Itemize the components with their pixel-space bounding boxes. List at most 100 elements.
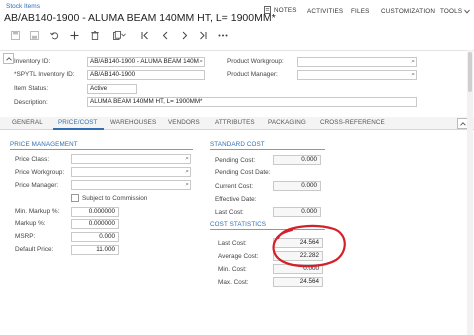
item-status-label: Item Status: bbox=[14, 85, 49, 92]
min-cost-label: Min. Cost: bbox=[218, 266, 247, 273]
more-icon bbox=[218, 34, 228, 36]
msrp-field[interactable]: 0.000 bbox=[71, 232, 119, 242]
search-icon[interactable]: ⌕ bbox=[185, 181, 189, 189]
price-workgroup-label: Price Workgroup: bbox=[15, 169, 65, 176]
product-manager-label: Product Manager: bbox=[227, 71, 278, 78]
spytl-inventory-id-field[interactable]: AB/AB140-1900 bbox=[87, 70, 205, 80]
average-cost-label: Average Cost: bbox=[218, 253, 259, 260]
spytl-inventory-id-value: AB/AB140-1900 bbox=[90, 71, 136, 78]
save-close-icon bbox=[29, 30, 39, 40]
customization-button[interactable]: CUSTOMIZATION bbox=[381, 8, 435, 15]
search-icon[interactable]: ⌕ bbox=[411, 58, 415, 66]
standard-cost-title: STANDARD COST bbox=[210, 141, 265, 148]
pending-cost-field[interactable]: 0.000 bbox=[273, 155, 321, 165]
max-cost-label: Max. Cost: bbox=[218, 279, 249, 286]
item-status-value: Active bbox=[90, 85, 108, 92]
tab-warehouses[interactable]: WAREHOUSES bbox=[110, 119, 156, 126]
previous-icon bbox=[162, 31, 168, 39]
description-label: Description: bbox=[14, 99, 48, 106]
price-management-divider bbox=[10, 149, 193, 150]
pending-cost-value: 0.000 bbox=[301, 156, 317, 163]
current-cost-field[interactable]: 0.000 bbox=[273, 181, 321, 191]
effective-date-label: Effective Date: bbox=[215, 196, 257, 203]
tab-packaging[interactable]: PACKAGING bbox=[268, 119, 306, 126]
first-icon bbox=[141, 31, 148, 39]
product-workgroup-label: Product Workgroup: bbox=[227, 58, 284, 65]
save-button[interactable] bbox=[8, 28, 22, 42]
pending-cost-date-label: Pending Cost Date: bbox=[215, 169, 271, 176]
std-last-cost-value: 0.000 bbox=[301, 208, 317, 215]
next-icon bbox=[182, 31, 188, 39]
cost-statistics-title: COST STATISTICS bbox=[210, 221, 267, 228]
markup-field[interactable]: 0.000000 bbox=[71, 219, 119, 229]
max-cost-value: 24.564 bbox=[299, 278, 319, 285]
copy-paste-button[interactable] bbox=[110, 28, 128, 42]
max-cost-field[interactable]: 24.564 bbox=[273, 277, 323, 287]
inventory-id-value: AB/AB140-1900 - ALUMA BEAM 140M bbox=[90, 58, 199, 65]
tab-vendors[interactable]: VENDORS bbox=[168, 119, 200, 126]
markup-label: Markup %: bbox=[15, 220, 46, 227]
item-status-select[interactable]: Active bbox=[87, 84, 137, 94]
tools-label: TOOLS bbox=[440, 8, 463, 15]
last-record-button[interactable] bbox=[196, 28, 210, 42]
add-button[interactable] bbox=[67, 28, 81, 42]
notes-label: NOTES bbox=[274, 6, 297, 14]
next-record-button[interactable] bbox=[178, 28, 192, 42]
tab-cross-reference[interactable]: CROSS-REFERENCE bbox=[320, 119, 385, 126]
add-icon bbox=[70, 31, 78, 39]
previous-record-button[interactable] bbox=[158, 28, 172, 42]
chevron-up-icon bbox=[5, 56, 12, 61]
inventory-id-field[interactable]: AB/AB140-1900 - ALUMA BEAM 140M ⌕ bbox=[87, 57, 205, 67]
pending-cost-label: Pending Cost: bbox=[215, 157, 256, 164]
scrollbar-thumb[interactable] bbox=[468, 52, 472, 92]
active-tab-indicator bbox=[53, 128, 104, 130]
notes-button[interactable]: NOTES bbox=[264, 6, 297, 14]
std-last-cost-field[interactable]: 0.000 bbox=[273, 207, 321, 217]
delete-icon bbox=[91, 30, 99, 40]
search-icon[interactable]: ⌕ bbox=[185, 168, 189, 176]
tab-price-cost[interactable]: PRICE/COST bbox=[58, 119, 98, 126]
chevron-down-icon bbox=[464, 9, 471, 14]
chevron-down-icon bbox=[120, 33, 126, 37]
copy-icon bbox=[112, 30, 121, 40]
default-price-value: 11.000 bbox=[96, 246, 115, 253]
search-icon[interactable]: ⌕ bbox=[199, 58, 203, 66]
activities-button[interactable]: ACTIVITIES bbox=[307, 8, 343, 15]
subject-to-commission-checkbox[interactable] bbox=[71, 194, 79, 202]
spytl-inventory-id-label: *SPYTL Inventory ID: bbox=[14, 71, 75, 78]
price-manager-field[interactable]: ⌕ bbox=[71, 180, 191, 190]
description-value: ALUMA BEAM 140MM HT, L= 1900MM* bbox=[90, 98, 203, 105]
price-management-title: PRICE MANAGEMENT bbox=[10, 141, 78, 148]
scrollbar-track[interactable] bbox=[467, 50, 473, 335]
files-button[interactable]: FILES bbox=[351, 8, 370, 15]
price-workgroup-field[interactable]: ⌕ bbox=[71, 167, 191, 177]
delete-button[interactable] bbox=[88, 28, 102, 42]
undo-button[interactable] bbox=[47, 28, 61, 42]
product-manager-field[interactable]: ⌕ bbox=[297, 70, 417, 80]
price-class-field[interactable]: ⌕ bbox=[71, 154, 191, 164]
tab-general[interactable]: GENERAL bbox=[12, 119, 43, 126]
more-button[interactable] bbox=[216, 28, 230, 42]
tools-button[interactable]: TOOLS bbox=[440, 8, 471, 15]
current-cost-label: Current Cost: bbox=[215, 183, 254, 190]
min-markup-label: Min. Markup %: bbox=[15, 208, 60, 215]
std-last-cost-label: Last Cost: bbox=[215, 209, 244, 216]
collapse-button[interactable] bbox=[3, 53, 14, 64]
last-icon bbox=[200, 31, 207, 39]
default-price-field[interactable]: 11.000 bbox=[71, 245, 119, 255]
undo-icon bbox=[49, 31, 58, 39]
search-icon[interactable]: ⌕ bbox=[411, 71, 415, 79]
subject-to-commission-label: Subject to Commission bbox=[82, 195, 148, 202]
standard-cost-divider bbox=[210, 149, 325, 150]
description-field[interactable]: ALUMA BEAM 140MM HT, L= 1900MM* bbox=[87, 97, 417, 107]
product-workgroup-field[interactable]: ⌕ bbox=[297, 57, 417, 67]
min-markup-value: 0.000000 bbox=[88, 208, 115, 215]
breadcrumb[interactable]: Stock Items bbox=[6, 3, 40, 10]
search-icon[interactable]: ⌕ bbox=[185, 155, 189, 163]
inventory-id-label: Inventory ID: bbox=[14, 58, 51, 65]
first-record-button[interactable] bbox=[138, 28, 152, 42]
tab-attributes[interactable]: ATTRIBUTES bbox=[215, 119, 255, 126]
save-close-button[interactable] bbox=[27, 28, 41, 42]
min-markup-field[interactable]: 0.000000 bbox=[71, 207, 119, 217]
msrp-label: MSRP: bbox=[15, 233, 36, 240]
